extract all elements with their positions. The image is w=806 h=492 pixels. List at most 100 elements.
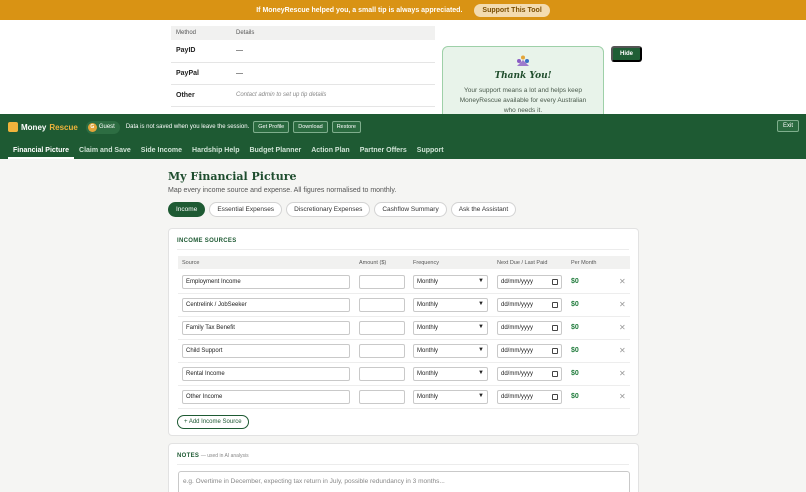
- amount-input[interactable]: [359, 275, 405, 289]
- remove-icon[interactable]: ✕: [619, 277, 626, 286]
- date-input[interactable]: dd/mm/yyyy: [497, 367, 562, 381]
- col-method: Method: [171, 26, 231, 40]
- table-row: Other Income Monthly ▼ dd/mm/yyyy $0 ✕: [178, 386, 630, 409]
- brand-logo[interactable]: Money Rescue: [8, 122, 78, 132]
- col-frequency: Frequency: [413, 260, 439, 266]
- chevron-down-icon: ▼: [478, 278, 484, 284]
- date-input[interactable]: dd/mm/yyyy: [497, 344, 562, 358]
- calendar-icon[interactable]: [552, 279, 558, 285]
- brand-accent: Rescue: [49, 122, 78, 132]
- source-input[interactable]: Other Income: [182, 390, 350, 404]
- section-tabs: Income Essential Expenses Discretionary …: [168, 202, 638, 217]
- income-table-header: Source Amount ($) Frequency Next Due / L…: [178, 256, 630, 269]
- download-button[interactable]: Download: [293, 121, 328, 133]
- calendar-icon[interactable]: [552, 348, 558, 354]
- nav-budget-planner[interactable]: Budget Planner: [244, 147, 306, 159]
- table-row: PayPal —: [171, 62, 435, 85]
- amount-input[interactable]: [359, 298, 405, 312]
- frequency-select[interactable]: Monthly ▼: [413, 275, 488, 289]
- notes-subnote: — used in AI analysis: [200, 453, 249, 459]
- tip-method: PayID: [171, 40, 231, 63]
- table-row: Centrelink / JobSeeker Monthly ▼ dd/mm/yyyy…: [178, 294, 630, 317]
- date-input[interactable]: dd/mm/yyyy: [497, 298, 562, 312]
- nav-action-plan[interactable]: Action Plan: [306, 147, 355, 159]
- remove-icon[interactable]: ✕: [619, 323, 626, 332]
- date-input[interactable]: dd/mm/yyyy: [497, 275, 562, 289]
- nav-side-income[interactable]: Side Income: [136, 147, 187, 159]
- frequency-select[interactable]: Monthly ▼: [413, 367, 488, 381]
- nav-hardship-help[interactable]: Hardship Help: [187, 147, 244, 159]
- guest-badge[interactable]: G Guest: [85, 120, 120, 134]
- add-income-source-button[interactable]: + Add Income Source: [177, 415, 249, 429]
- remove-icon[interactable]: ✕: [619, 369, 626, 378]
- tab-discretionary-expenses[interactable]: Discretionary Expenses: [286, 202, 371, 217]
- money-logo-icon: [8, 122, 18, 132]
- date-placeholder: dd/mm/yyyy: [501, 371, 534, 377]
- hide-button[interactable]: Hide: [611, 46, 643, 62]
- calendar-icon[interactable]: [552, 302, 558, 308]
- people-logo-icon: [517, 55, 529, 66]
- amount-input[interactable]: [359, 367, 405, 381]
- table-row: Child Support Monthly ▼ dd/mm/yyyy $0 ✕: [178, 340, 630, 363]
- calendar-icon[interactable]: [552, 394, 558, 400]
- exit-button[interactable]: Exit: [776, 120, 799, 132]
- frequency-select[interactable]: Monthly ▼: [413, 390, 488, 404]
- source-input[interactable]: Employment Income: [182, 275, 350, 289]
- frequency-value: Monthly: [417, 325, 439, 331]
- date-placeholder: dd/mm/yyyy: [501, 279, 534, 285]
- date-placeholder: dd/mm/yyyy: [501, 348, 534, 354]
- frequency-select[interactable]: Monthly ▼: [413, 344, 488, 358]
- col-next-due: Next Due / Last Paid: [497, 260, 548, 266]
- table-row: Rental Income Monthly ▼ dd/mm/yyyy $0 ✕: [178, 363, 630, 386]
- remove-icon[interactable]: ✕: [619, 346, 626, 355]
- restore-button[interactable]: Restore: [331, 121, 361, 133]
- brand-name: Money: [21, 122, 47, 132]
- per-month-value: $0: [571, 278, 579, 285]
- frequency-select[interactable]: Monthly ▼: [413, 298, 488, 312]
- tab-essential-expenses[interactable]: Essential Expenses: [209, 202, 283, 217]
- page-header: My Financial Picture Map every income so…: [168, 170, 638, 217]
- col-source: Source: [182, 260, 200, 266]
- date-input[interactable]: dd/mm/yyyy: [497, 390, 562, 404]
- thank-you-title: Thank You!: [494, 71, 552, 81]
- remove-icon[interactable]: ✕: [619, 392, 626, 401]
- calendar-icon[interactable]: [552, 371, 558, 377]
- frequency-value: Monthly: [417, 348, 439, 354]
- date-input[interactable]: dd/mm/yyyy: [497, 321, 562, 335]
- date-placeholder: dd/mm/yyyy: [501, 325, 534, 331]
- frequency-select[interactable]: Monthly ▼: [413, 321, 488, 335]
- tab-ask-assistant[interactable]: Ask the Assistant: [450, 202, 517, 217]
- per-month-value: $0: [571, 324, 579, 331]
- nav-financial-picture[interactable]: Financial Picture: [8, 147, 75, 159]
- nav-support[interactable]: Support: [412, 147, 449, 159]
- frequency-value: Monthly: [417, 371, 439, 377]
- nav-claim-and-save[interactable]: Claim and Save: [74, 147, 136, 159]
- avatar: G: [87, 122, 97, 132]
- tip-methods-table: Method Details PayID — PayPal — Other Co…: [171, 26, 435, 107]
- notes-card: NOTES — used in AI analysis e.g. Overtim…: [168, 443, 639, 492]
- col-details: Details: [231, 26, 435, 40]
- nav-partner-offers[interactable]: Partner Offers: [355, 147, 412, 159]
- tip-details: Contact admin to set up tip details: [231, 84, 435, 107]
- source-input[interactable]: Child Support: [182, 344, 350, 358]
- notes-textarea[interactable]: e.g. Overtime in December, expecting tax…: [178, 471, 630, 492]
- remove-icon[interactable]: ✕: [619, 300, 626, 309]
- get-profile-button[interactable]: Get Profile: [253, 121, 290, 133]
- session-note: Data is not saved when you leave the ses…: [125, 124, 250, 130]
- source-input[interactable]: Centrelink / JobSeeker: [182, 298, 350, 312]
- tip-banner: If MoneyRescue helped you, a small tip i…: [0, 0, 806, 20]
- table-row: Employment Income Monthly ▼ dd/mm/yyyy $0 ✕: [178, 271, 630, 294]
- chevron-down-icon: ▼: [478, 347, 484, 353]
- support-tool-button[interactable]: Support This Tool: [474, 3, 550, 17]
- amount-input[interactable]: [359, 390, 405, 404]
- per-month-value: $0: [571, 347, 579, 354]
- amount-input[interactable]: [359, 321, 405, 335]
- tab-income[interactable]: Income: [168, 202, 206, 217]
- amount-input[interactable]: [359, 344, 405, 358]
- tab-cashflow-summary[interactable]: Cashflow Summary: [374, 202, 447, 217]
- notes-title: NOTES: [177, 453, 200, 459]
- source-input[interactable]: Rental Income: [182, 367, 350, 381]
- source-input[interactable]: Family Tax Benefit: [182, 321, 350, 335]
- divider: [177, 249, 629, 250]
- calendar-icon[interactable]: [552, 325, 558, 331]
